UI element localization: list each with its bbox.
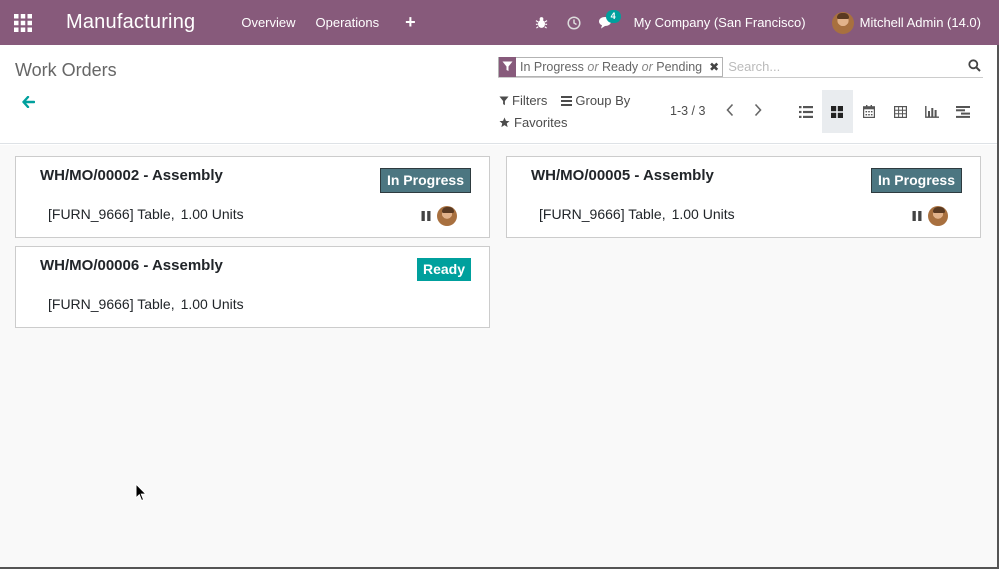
worker-avatar xyxy=(928,206,948,226)
product-name: [FURN_9666] Table xyxy=(48,296,171,312)
card-actions xyxy=(421,206,457,226)
kanban-card[interactable]: WH/MO/00002 - Assembly In Progress [FURN… xyxy=(15,156,490,238)
company-switcher[interactable]: My Company (San Francisco) xyxy=(634,15,806,30)
pivot-view-icon[interactable] xyxy=(885,90,917,133)
kanban-view-icon[interactable] xyxy=(821,90,853,133)
filter-icon xyxy=(499,95,509,105)
product-name: [FURN_9666] Table xyxy=(48,206,171,222)
worker-avatar xyxy=(437,206,457,226)
kanban-view: WH/MO/00002 - Assembly In Progress [FURN… xyxy=(0,145,999,569)
card-actions xyxy=(912,206,948,226)
back-arrow-icon[interactable] xyxy=(22,95,36,111)
menu-overview[interactable]: Overview xyxy=(241,15,295,30)
product-quantity: 1.00 Units xyxy=(180,206,244,222)
filters-label: Filters xyxy=(512,93,548,108)
list-view-icon[interactable] xyxy=(790,90,822,133)
card-product: [FURN_9666] Table, 1.00 Units xyxy=(48,206,244,222)
group-by-label: Group By xyxy=(575,93,631,108)
pause-icon[interactable] xyxy=(912,211,922,221)
status-badge: In Progress xyxy=(379,168,471,193)
search-icon[interactable] xyxy=(968,58,981,75)
card-product: [FURN_9666] Table, 1.00 Units xyxy=(48,296,244,312)
filter-funnel-icon xyxy=(499,56,516,77)
facet-values: In Progress or Ready or Pending xyxy=(516,60,706,74)
search-input[interactable] xyxy=(728,59,959,74)
star-icon xyxy=(499,117,510,128)
apps-menu-icon[interactable] xyxy=(0,0,46,45)
card-title: WH/MO/00002 - Assembly xyxy=(40,167,223,184)
group-by-dropdown[interactable]: Group By xyxy=(561,93,630,108)
mouse-cursor-icon xyxy=(135,482,148,505)
messages-icon[interactable]: 4 xyxy=(590,0,622,45)
messages-count-badge: 4 xyxy=(605,10,621,23)
user-menu[interactable]: Mitchell Admin (14.0) xyxy=(831,11,981,34)
pause-icon[interactable] xyxy=(421,211,431,221)
pager-previous-icon[interactable] xyxy=(725,103,735,120)
calendar-view-icon[interactable] xyxy=(853,90,885,133)
facet-value-in-progress: In Progress xyxy=(520,59,584,74)
activity-clock-icon[interactable] xyxy=(558,0,590,45)
app-brand[interactable]: Manufacturing xyxy=(66,11,195,34)
pager-value[interactable]: 1-3 / 3 xyxy=(670,104,705,118)
page-title: Work Orders xyxy=(15,60,117,80)
menu-operations[interactable]: Operations xyxy=(316,15,380,30)
pager-next-icon[interactable] xyxy=(753,103,763,120)
filter-facet: In Progress or Ready or Pending ✖ xyxy=(498,56,724,77)
facet-separator: or xyxy=(641,59,653,74)
user-name: Mitchell Admin (14.0) xyxy=(859,15,981,30)
view-switcher xyxy=(790,90,979,133)
card-title: WH/MO/00005 - Assembly xyxy=(531,167,714,184)
gantt-view-icon[interactable] xyxy=(948,90,980,133)
user-avatar xyxy=(831,11,854,34)
product-name: [FURN_9666] Table xyxy=(539,206,662,222)
add-menu-icon[interactable]: + xyxy=(405,12,416,33)
status-badge: In Progress xyxy=(870,168,962,193)
card-product: [FURN_9666] Table, 1.00 Units xyxy=(539,206,735,222)
graph-view-icon[interactable] xyxy=(916,90,948,133)
facet-remove-icon[interactable]: ✖ xyxy=(706,60,722,74)
facet-separator: or xyxy=(587,59,599,74)
card-title: WH/MO/00006 - Assembly xyxy=(40,257,223,274)
favorites-label: Favorites xyxy=(514,115,568,130)
facet-value-pending: Pending xyxy=(656,59,703,74)
favorites-dropdown[interactable]: Favorites xyxy=(499,115,567,130)
filters-dropdown[interactable]: Filters xyxy=(499,93,547,108)
status-badge: Ready xyxy=(416,258,471,281)
kanban-card[interactable]: WH/MO/00005 - Assembly In Progress [FURN… xyxy=(506,156,981,238)
product-quantity: 1.00 Units xyxy=(671,206,735,222)
top-navbar: Manufacturing Overview Operations + 4 My… xyxy=(0,0,999,45)
debug-bug-icon[interactable] xyxy=(526,0,558,45)
search-bar: In Progress or Ready or Pending ✖ xyxy=(498,56,983,78)
group-by-bars-icon xyxy=(561,95,573,106)
product-quantity: 1.00 Units xyxy=(180,296,244,312)
control-panel: Work Orders In Progress or Ready or Pend… xyxy=(0,45,999,144)
facet-value-ready: Ready xyxy=(602,59,639,74)
kanban-card[interactable]: WH/MO/00006 - Assembly Ready [FURN_9666]… xyxy=(15,246,490,328)
